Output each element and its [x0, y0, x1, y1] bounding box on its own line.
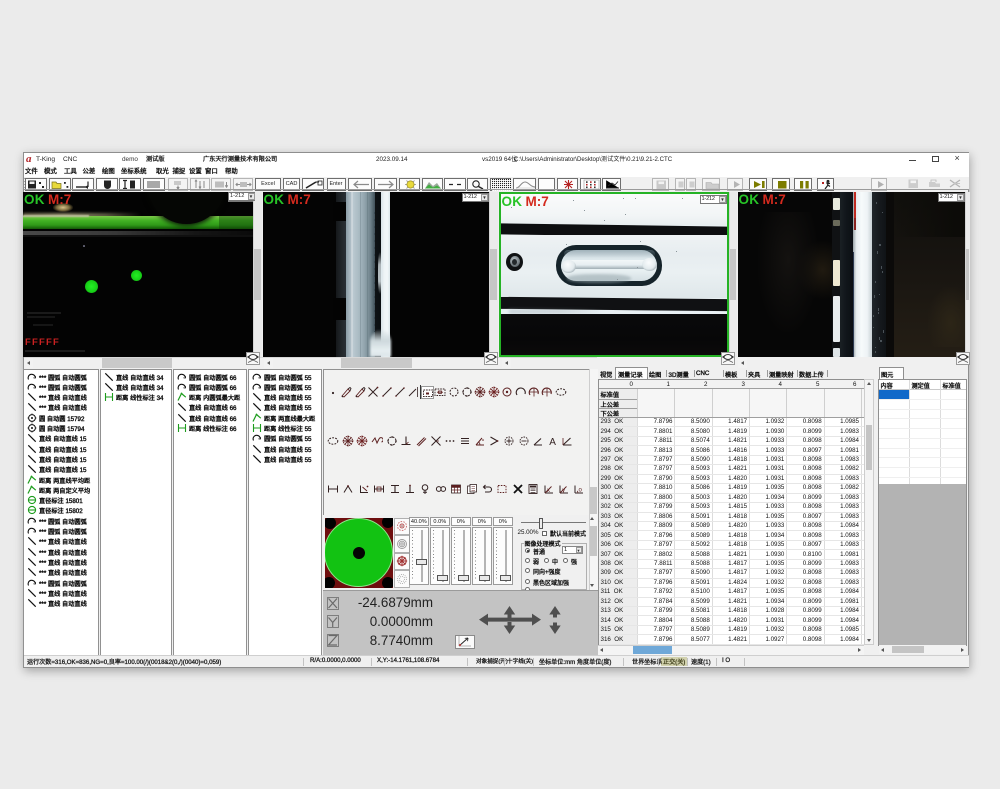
- svg-text:x: x: [547, 488, 550, 494]
- svg-text:A: A: [549, 437, 556, 447]
- svg-text:y: y: [562, 488, 565, 494]
